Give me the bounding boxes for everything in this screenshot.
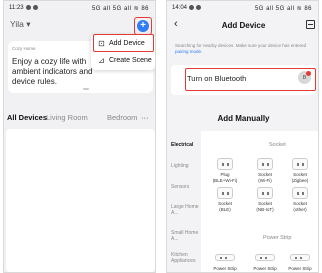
tab-all-devices[interactable]: All Devices xyxy=(7,113,47,122)
bluetooth-label: Turn on Bluetooth xyxy=(187,74,247,83)
add-device-screen: 14:04 5G all 5G all ≋ 86 ‹ Add Device Se… xyxy=(166,0,319,273)
device-name: Socket (Zigbee) xyxy=(291,172,309,183)
bluetooth-alert-dot xyxy=(306,71,311,76)
category-kitchen[interactable]: Kitchen Appliances xyxy=(171,252,201,264)
tab-bedroom[interactable]: Bedroom xyxy=(107,113,137,122)
search-info: Searching for nearby devices. Make sure … xyxy=(175,43,315,55)
socket-icon xyxy=(217,187,233,199)
add-popup-menu: ⊡ Add Device ⊿ Create Scene xyxy=(91,34,155,70)
add-device-highlight xyxy=(93,34,154,52)
device-name: Socket (Wi-Fi) xyxy=(258,172,272,183)
bluetooth-icon[interactable]: ʙ xyxy=(298,71,311,84)
home-name-label: Yila xyxy=(10,19,24,29)
socket-icon xyxy=(257,187,273,199)
device-list-area xyxy=(6,129,155,272)
status-signal: 5G all 5G all ≋ 86 xyxy=(254,6,312,12)
power-strip-icon xyxy=(255,254,275,261)
pairing-mode-link[interactable]: pairing mode. xyxy=(175,49,202,54)
status-signal: 5G all 5G all ≋ 86 xyxy=(91,6,149,12)
category-lighting[interactable]: Lighting xyxy=(171,163,201,169)
device-name: Socket (BLE) xyxy=(218,201,232,212)
power-strip-icon xyxy=(215,254,235,261)
page-title: Add Device xyxy=(221,21,266,30)
device-name: Socket (other) xyxy=(293,201,307,212)
status-time: 11:23 xyxy=(9,5,24,11)
status-bar: 14:04 5G all 5G all ≋ 86 xyxy=(167,1,318,15)
room-tabs: All Devices Living Room Bedroom ··· xyxy=(4,111,155,125)
device-name: Plug (BLE+Wi-Fi) xyxy=(212,172,238,183)
category-small-home[interactable]: Small Home A... xyxy=(171,230,201,242)
plug-icon xyxy=(217,158,233,170)
category-large-home[interactable]: Large Home A... xyxy=(171,204,201,216)
device-name: Power Strip xyxy=(288,266,312,271)
socket-icon xyxy=(292,158,308,170)
status-notification-icons xyxy=(26,5,38,10)
status-notification-icons xyxy=(189,5,201,10)
card-caption: Cozy Home xyxy=(12,46,36,51)
category-electrical[interactable]: Electrical xyxy=(171,142,201,148)
status-time: 14:04 xyxy=(172,5,188,11)
tab-living-room[interactable]: Living Room xyxy=(46,113,88,122)
menu-create-scene-label: Create Scene xyxy=(109,57,152,64)
status-bar: 11:23 5G all 5G all ≋ 86 xyxy=(4,1,155,15)
section-socket: Socket xyxy=(269,142,286,148)
more-tabs-icon[interactable]: ··· xyxy=(141,113,149,122)
add-manually-heading: Add Manually xyxy=(217,114,270,123)
carousel-indicator xyxy=(83,88,89,90)
device-name: Power Strip xyxy=(213,266,237,271)
power-strip-icon xyxy=(290,254,310,261)
socket-icon xyxy=(257,158,273,170)
device-name: Power Strip xyxy=(253,266,277,271)
create-scene-icon: ⊿ xyxy=(98,56,105,65)
menu-create-scene[interactable]: ⊿ Create Scene xyxy=(91,53,155,69)
socket-icon xyxy=(292,187,308,199)
scan-icon[interactable] xyxy=(306,20,315,29)
device-name: Socket (NB-IoT) xyxy=(256,201,274,212)
card-text: Enjoy a cozy life with ambient indicator… xyxy=(12,57,93,86)
category-sensors[interactable]: Sensors xyxy=(171,184,201,190)
section-power-strip: Power Strip xyxy=(263,235,292,241)
home-selector[interactable]: Yila ▾ xyxy=(10,19,31,30)
home-screen: 11:23 5G all 5G all ≋ 86 Yila ▾ + Cozy H… xyxy=(3,0,156,273)
search-info-text: Searching for nearby devices. Make sure … xyxy=(175,43,307,48)
chevron-down-icon: ▾ xyxy=(26,19,31,29)
add-button-highlight xyxy=(134,17,152,35)
